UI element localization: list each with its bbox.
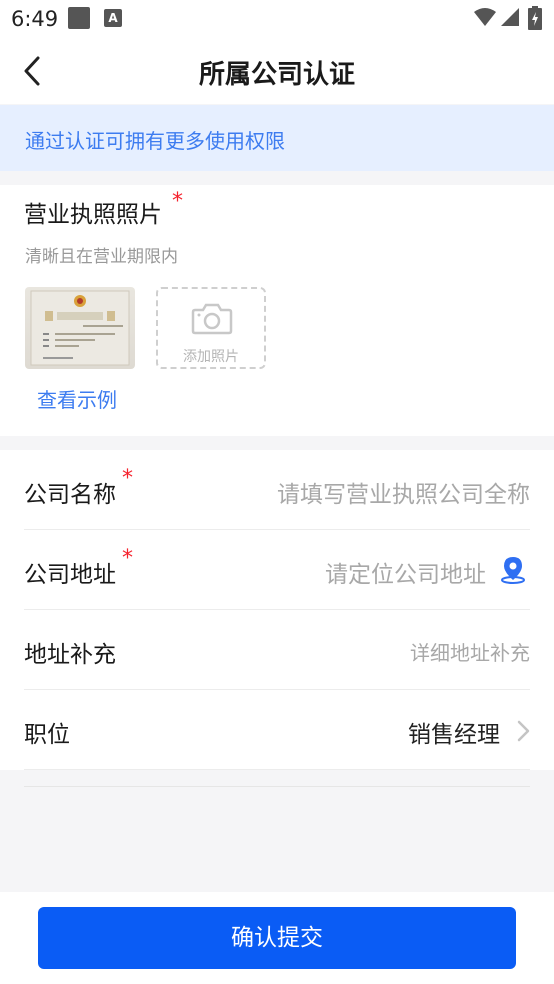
company-address-row[interactable]: 公司地址 * 请定位公司地址 — [24, 530, 530, 610]
required-mark: * — [122, 466, 133, 491]
location-pin-icon[interactable] — [500, 556, 526, 584]
position-label: 职位 — [24, 722, 70, 748]
license-photo-thumbnail[interactable] — [25, 287, 135, 369]
notice-banner: 通过认证可拥有更多使用权限 — [0, 105, 554, 171]
company-address-input[interactable]: 请定位公司地址 — [325, 555, 486, 589]
company-name-row[interactable]: 公司名称 * 请填写营业执照公司全称 — [24, 450, 530, 530]
bottom-bar: 确认提交 — [0, 892, 554, 984]
license-hint: 清晰且在营业期限内 — [25, 247, 178, 267]
notification-a-icon: A — [104, 9, 122, 27]
license-document-image — [30, 290, 130, 366]
add-photo-button[interactable]: 添加照片 — [156, 287, 266, 369]
status-time: 6:49 — [11, 7, 59, 31]
submit-button[interactable]: 确认提交 — [38, 907, 516, 969]
notification-square-icon — [68, 7, 90, 29]
company-name-label: 公司名称 — [24, 482, 116, 508]
required-mark: * — [122, 546, 133, 571]
status-bar: 6:49 A — [0, 0, 554, 38]
chevron-right-icon — [517, 720, 530, 742]
position-row[interactable]: 职位 销售经理 — [24, 690, 530, 770]
divider — [24, 786, 530, 787]
nav-header: 所属公司认证 — [0, 38, 554, 104]
required-mark: * — [172, 189, 183, 214]
wifi-icon — [474, 8, 496, 26]
view-example-link[interactable]: 查看示例 — [37, 384, 117, 413]
signal-icon — [501, 8, 519, 26]
notice-text: 通过认证可拥有更多使用权限 — [25, 129, 285, 153]
license-title: 营业执照照片 — [24, 202, 162, 228]
add-photo-label: 添加照片 — [183, 349, 239, 365]
address-supplement-input[interactable]: 详细地址补充 — [410, 637, 530, 666]
battery-icon — [528, 6, 542, 30]
camera-icon — [191, 303, 233, 335]
position-value[interactable]: 销售经理 — [408, 715, 500, 749]
company-name-input[interactable]: 请填写营业执照公司全称 — [277, 475, 530, 509]
page-title: 所属公司认证 — [198, 60, 355, 90]
address-supplement-label: 地址补充 — [24, 642, 116, 668]
address-supplement-row[interactable]: 地址补充 详细地址补充 — [24, 610, 530, 690]
license-section: 营业执照照片 * 清晰且在营业期限内 添加照片 查看示例 — [0, 185, 554, 436]
company-form: 公司名称 * 请填写营业执照公司全称 公司地址 * 请定位公司地址 地址补充 详… — [0, 450, 554, 770]
company-address-label: 公司地址 — [24, 562, 116, 588]
